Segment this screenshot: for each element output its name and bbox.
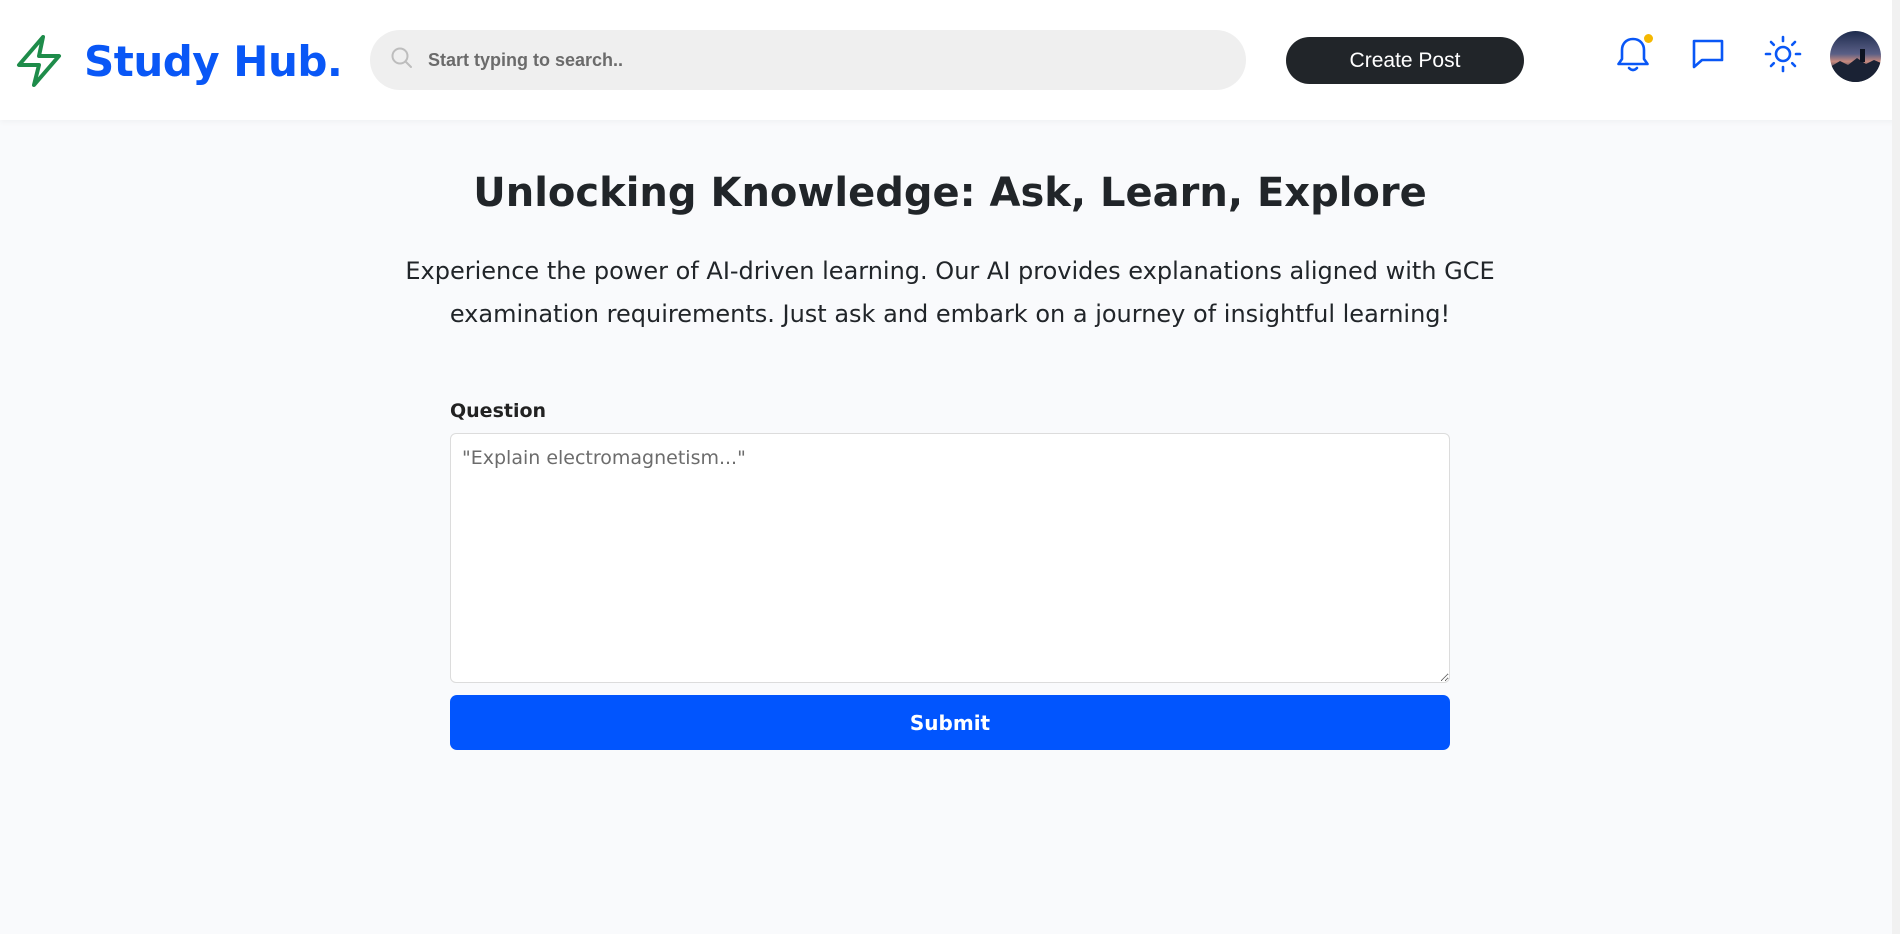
- ask-question-form: Question Submit: [450, 400, 1450, 750]
- page: Study Hub. Create Post: [0, 0, 1900, 934]
- page-title: Unlocking Knowledge: Ask, Learn, Explore: [473, 170, 1427, 216]
- messages-button[interactable]: [1686, 34, 1730, 78]
- search-icon: [390, 46, 414, 75]
- lightning-bolt-icon: [14, 34, 64, 88]
- notifications-button[interactable]: [1611, 34, 1655, 78]
- page-scrollbar[interactable]: [1892, 0, 1900, 934]
- submit-button[interactable]: Submit: [450, 695, 1450, 750]
- chat-bubble-icon: [1690, 36, 1726, 77]
- brand-logo-link[interactable]: Study Hub.: [14, 34, 343, 88]
- create-post-button[interactable]: Create Post: [1286, 37, 1524, 84]
- brand-name: Study Hub.: [84, 36, 343, 86]
- notification-badge-dot: [1644, 34, 1653, 43]
- search-input[interactable]: [428, 49, 1208, 71]
- page-description: Experience the power of AI-driven learni…: [405, 257, 1495, 328]
- question-textarea[interactable]: [450, 433, 1450, 683]
- question-label: Question: [450, 400, 547, 422]
- user-avatar[interactable]: [1830, 31, 1881, 82]
- top-header: Study Hub. Create Post: [0, 0, 1900, 120]
- theme-toggle-button[interactable]: [1761, 34, 1805, 78]
- sun-icon: [1764, 35, 1802, 78]
- search-bar[interactable]: [370, 30, 1246, 90]
